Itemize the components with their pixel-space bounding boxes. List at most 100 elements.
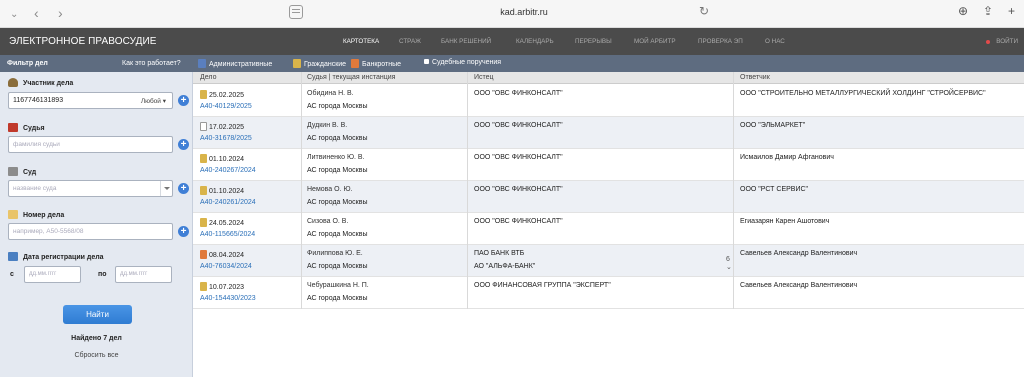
category-court-orders[interactable]: Судебные поручения: [424, 59, 501, 66]
category-civil[interactable]: Гражданские: [293, 59, 346, 68]
civil-case-icon: [200, 90, 207, 99]
plaintiff-name-secondary: АО "АЛЬФА-БАНК": [474, 263, 536, 270]
court-dropdown-icon[interactable]: [160, 181, 172, 196]
judge-name: Сизова О. В.: [307, 218, 349, 225]
browser-toolbar: ⌄ ‹ › kad.arbitr.ru ↻ ⊕ ⇪ +: [0, 0, 1024, 28]
date-to-label: по: [98, 271, 107, 278]
case-date: 24.05.2024: [200, 218, 244, 227]
participant-value: 1167746131893: [13, 97, 64, 104]
site-header: ЭЛЕКТРОННОЕ ПРАВОСУДИЕ КАРТОТЕКА СТРАЖ Б…: [0, 28, 1024, 55]
plaintiff-name: ООО "ОВС ФИНКОНСАЛТ": [474, 90, 563, 97]
date-from-label: с: [10, 271, 14, 278]
court-name: АС города Москвы: [307, 231, 368, 238]
new-tab-icon[interactable]: +: [1008, 4, 1015, 18]
case-date: 01.10.2024: [200, 154, 244, 163]
document-icon: [200, 122, 207, 131]
court-name: АС города Москвы: [307, 103, 368, 110]
participant-label: Участник дела: [8, 78, 73, 87]
address-bar[interactable]: kad.arbitr.ru: [484, 7, 564, 17]
filter-bar: Фильтр дел Как это работает? Администрат…: [0, 55, 1024, 72]
case-number-link[interactable]: А40-76034/2024: [200, 263, 252, 270]
more-plaintiffs-badge[interactable]: 6 ⌄: [726, 256, 732, 271]
case-number-link[interactable]: А40-40129/2025: [200, 103, 252, 110]
court-orders-icon: [424, 59, 429, 64]
nav-about[interactable]: О НАС: [765, 38, 785, 45]
find-button[interactable]: Найти: [63, 305, 132, 324]
bankruptcy-icon: [351, 59, 359, 68]
administrative-icon: [198, 59, 206, 68]
respondent-name: Исмаилов Дамир Афганович: [740, 154, 834, 161]
case-number-link[interactable]: А40-31678/2025: [200, 135, 252, 142]
add-case-number-button[interactable]: +: [178, 226, 189, 237]
add-court-button[interactable]: +: [178, 183, 189, 194]
court-input[interactable]: название суда: [8, 180, 173, 197]
case-number-label: Номер дела: [8, 210, 64, 219]
case-number-link[interactable]: А40-115665/2024: [200, 231, 255, 238]
judge-name: Немова О. Ю.: [307, 186, 353, 193]
tab-overview-icon[interactable]: [289, 5, 303, 19]
column-divider: [733, 72, 734, 309]
col-plaintiff: Истец: [474, 74, 494, 81]
found-count: Найдено 7 дел: [71, 335, 122, 342]
col-judge: Судья | текущая инстанция: [307, 74, 396, 81]
nav-my-arbiter[interactable]: МОЙ АРБИТР: [634, 38, 676, 45]
judge-name: Чебурашкина Н. П.: [307, 282, 369, 289]
nav-bank-decisions[interactable]: БАНК РЕШЕНИЙ: [441, 38, 491, 45]
civil-case-icon: [200, 186, 207, 195]
courthouse-icon: [8, 167, 18, 176]
calendar-icon: [8, 252, 18, 261]
table-row: 25.02.2025 А40-40129/2025 Обидина Н. В. …: [193, 85, 1024, 117]
judge-input[interactable]: фамилия судьи: [8, 136, 173, 153]
respondent-name: ООО "СТРОИТЕЛЬНО МЕТАЛЛУРГИЧЕСКИЙ ХОЛДИН…: [740, 90, 986, 97]
respondent-name: Савельев Александр Валентинович: [740, 282, 858, 289]
add-judge-button[interactable]: +: [178, 139, 189, 150]
date-to-input[interactable]: дд.мм.гггг: [115, 266, 172, 283]
date-from-input[interactable]: дд.мм.гггг: [24, 266, 81, 283]
login-indicator-icon: [986, 40, 990, 44]
judge-name: Литвиненко Ю. В.: [307, 154, 365, 161]
participant-role-select[interactable]: Любой ▾: [141, 97, 166, 105]
case-number-input[interactable]: например, А50-5568/08: [8, 223, 173, 240]
chevron-down-icon[interactable]: ⌄: [10, 7, 18, 23]
case-date: 01.10.2024: [200, 186, 244, 195]
case-number-link[interactable]: А40-240267/2024: [200, 167, 256, 174]
plaintiff-name: ООО "ОВС ФИНКОНСАЛТ": [474, 218, 563, 225]
category-bankruptcy[interactable]: Банкротные: [351, 59, 401, 68]
court-name: АС города Москвы: [307, 167, 368, 174]
how-it-works-link[interactable]: Как это работает?: [122, 60, 181, 67]
filter-title: Фильтр дел: [7, 60, 48, 67]
category-administrative[interactable]: Административные: [198, 59, 272, 68]
download-icon[interactable]: ⊕: [958, 4, 968, 18]
nav-breaks[interactable]: ПЕРЕРЫВЫ: [575, 38, 612, 45]
civil-case-icon: [200, 282, 207, 291]
share-icon[interactable]: ⇪: [983, 4, 993, 18]
case-number-link[interactable]: А40-154430/2023: [200, 295, 256, 302]
reload-icon[interactable]: ↻: [699, 4, 709, 18]
add-participant-button[interactable]: +: [178, 95, 189, 106]
participant-input[interactable]: 1167746131893 Любой ▾: [8, 92, 173, 109]
judge-name: Дудкин В. В.: [307, 122, 348, 129]
nav-check-signature[interactable]: ПРОВЕРКА ЭП: [698, 38, 743, 45]
respondent-name: ООО "ЭЛЬМАРКЕТ": [740, 122, 806, 129]
nav-calendar[interactable]: КАЛЕНДАРЬ: [516, 38, 554, 45]
plaintiff-name: ПАО БАНК ВТБ: [474, 250, 525, 257]
back-button[interactable]: ‹: [34, 5, 39, 21]
case-number-link[interactable]: А40-240261/2024: [200, 199, 256, 206]
forward-button[interactable]: ›: [58, 5, 63, 21]
table-row: 01.10.2024 А40-240267/2024 Литвиненко Ю.…: [193, 149, 1024, 181]
nav-strazh[interactable]: СТРАЖ: [399, 38, 421, 45]
respondent-name: Савельев Александр Валентинович: [740, 250, 858, 257]
nav-kartoteka[interactable]: КАРТОТЕКА: [343, 38, 379, 45]
site-logo[interactable]: ЭЛЕКТРОННОЕ ПРАВОСУДИЕ: [9, 36, 157, 47]
plaintiff-name: ООО "ОВС ФИНКОНСАЛТ": [474, 154, 563, 161]
filter-sidebar: Участник дела 1167746131893 Любой ▾ + Су…: [0, 72, 193, 377]
table-row: 10.07.2023 А40-154430/2023 Чебурашкина Н…: [193, 277, 1024, 309]
court-name: АС города Москвы: [307, 263, 368, 270]
table-row: 17.02.2025 А40-31678/2025 Дудкин В. В. А…: [193, 117, 1024, 149]
court-label: Суд: [8, 167, 36, 176]
civil-case-icon: [200, 154, 207, 163]
reset-filters-link[interactable]: Сбросить все: [0, 352, 193, 359]
plaintiff-name: ООО "ОВС ФИНКОНСАЛТ": [474, 186, 563, 193]
login-link[interactable]: ВОЙТИ: [996, 38, 1018, 45]
column-divider: [301, 72, 302, 309]
